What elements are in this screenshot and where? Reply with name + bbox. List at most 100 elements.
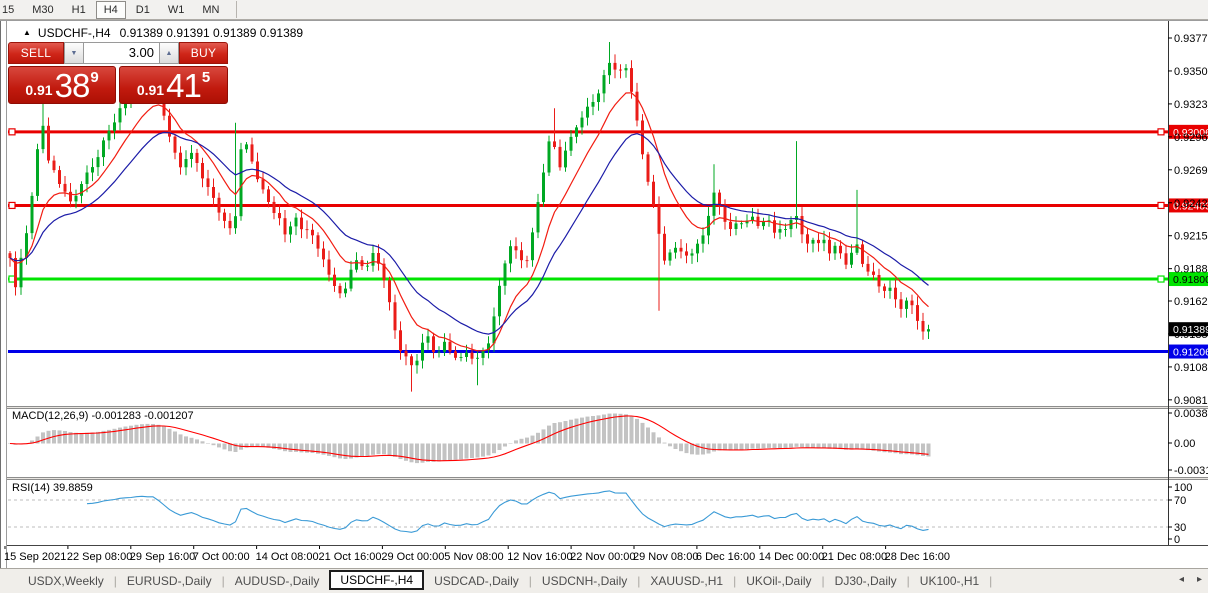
macd-histogram-bar <box>475 443 480 458</box>
tabs-scroll-left-icon[interactable]: ◂ <box>1179 574 1184 585</box>
chart-tab-usdcnh-daily[interactable]: USDCNH-,Daily <box>532 572 637 590</box>
time-axis-label: 28 Dec 16:00 <box>885 551 950 563</box>
macd-histogram-bar <box>277 443 282 450</box>
macd-histogram-bar <box>162 426 166 444</box>
price-level-line[interactable]: 0.92403 <box>8 198 1208 213</box>
chart-tab-uk100-h1[interactable]: UK100-,H1 <box>910 572 989 590</box>
price-axis-tick-label: 0.92695 <box>1174 165 1208 177</box>
macd-indicator: MACD(12,26,9) -0.001283 -0.001207 <box>8 410 931 464</box>
macd-histogram-bar <box>453 443 458 460</box>
timeframe-button-15[interactable]: 15 <box>0 1 22 19</box>
chart-tab-xauusd-h1[interactable]: XAUUSD-,H1 <box>640 572 733 590</box>
macd-histogram-bar <box>404 443 408 461</box>
level-line-handle[interactable] <box>8 128 16 136</box>
tabs-scroll-right-icon[interactable]: ▸ <box>1197 574 1202 585</box>
buy-price-display[interactable]: 0.91 41 5 <box>119 66 228 104</box>
macd-histogram-bar <box>789 443 793 448</box>
macd-histogram-bar <box>437 443 441 462</box>
sell-button[interactable]: SELL <box>8 42 64 64</box>
macd-histogram-bar <box>354 443 359 458</box>
macd-histogram-bar <box>426 443 430 462</box>
time-axis-label: 6 Dec 16:00 <box>696 551 755 563</box>
macd-histogram-bar <box>618 413 623 444</box>
timeframe-button-h1[interactable]: H1 <box>64 1 94 19</box>
buy-price-base: 0.91 <box>136 82 165 98</box>
time-axis-label: 5 Nov 08:00 <box>444 551 503 563</box>
collapse-triangle-icon[interactable]: ▲ <box>23 28 31 37</box>
macd-histogram-bar <box>178 434 183 444</box>
macd-histogram-bar <box>200 441 205 444</box>
buy-button[interactable]: BUY <box>179 42 228 64</box>
level-line-handle[interactable] <box>1157 201 1165 210</box>
sell-price-big: 38 <box>54 66 91 104</box>
macd-histogram-bar <box>591 416 595 444</box>
macd-histogram-bar <box>547 425 551 444</box>
level-line-handle[interactable] <box>8 201 16 210</box>
volume-increase-button[interactable]: ▲ <box>159 42 179 64</box>
volume-decrease-button[interactable]: ▼ <box>64 42 84 64</box>
price-axis-tick-label: 0.92155 <box>1174 231 1208 243</box>
macd-histogram-bar <box>662 442 667 444</box>
chart-tab-usdcad-daily[interactable]: USDCAD-,Daily <box>424 572 529 590</box>
macd-histogram-bar <box>684 443 689 454</box>
time-axis-label: 29 Nov 08:00 <box>633 551 698 563</box>
macd-axis-label: 0.00 <box>1174 438 1195 450</box>
macd-histogram-bar <box>767 443 771 448</box>
price-level-line[interactable]: 0.91206 <box>8 344 1208 359</box>
macd-histogram-bar <box>415 443 419 464</box>
time-axis-label: 22 Nov 00:00 <box>570 551 635 563</box>
chart-tab-usdx-weekly[interactable]: USDX,Weekly <box>18 572 114 590</box>
macd-histogram-bar <box>657 437 661 444</box>
time-axis-label: 14 Oct 08:00 <box>256 551 319 563</box>
chart-tab-usdchf-h4[interactable]: USDCHF-,H4 <box>329 570 425 590</box>
time-axis-label: 12 Nov 16:00 <box>507 551 572 563</box>
macd-histogram-bar <box>283 443 287 452</box>
timeframe-button-w1[interactable]: W1 <box>160 1 193 19</box>
macd-histogram-bar <box>580 417 584 444</box>
timeframe-button-mn[interactable]: MN <box>194 1 227 19</box>
level-line-handle[interactable] <box>1157 128 1165 136</box>
macd-histogram-bar <box>272 443 276 449</box>
level-line-handle[interactable] <box>1157 275 1165 283</box>
macd-histogram-bar <box>79 433 84 444</box>
macd-histogram-bar <box>800 443 804 448</box>
price-axis-tick-label: 0.91620 <box>1174 296 1208 308</box>
macd-histogram-bar <box>365 443 370 456</box>
macd-histogram-bar <box>57 430 62 444</box>
timeframe-button-h4[interactable]: H4 <box>95 0 126 19</box>
chart-tab-eurusd-daily[interactable]: EURUSD-,Daily <box>117 572 222 590</box>
macd-histogram-bar <box>393 443 397 457</box>
rsi-indicator: RSI(14) 39.8859 <box>8 482 1168 533</box>
chart-tab-ukoil-daily[interactable]: UKOil-,Daily <box>736 572 821 590</box>
macd-histogram-bar <box>613 413 617 444</box>
chart-symbol-label: USDCHF-,H4 <box>37 26 111 40</box>
time-axis-label: 21 Dec 08:00 <box>822 551 887 563</box>
chart-tab-dj30-daily[interactable]: DJ30-,Daily <box>825 572 907 590</box>
macd-histogram-bar <box>635 418 639 444</box>
timeframe-button-d1[interactable]: D1 <box>128 1 158 19</box>
macd-histogram-bar <box>195 439 199 444</box>
macd-histogram-bar <box>206 443 210 444</box>
rsi-axis-label: 100 <box>1174 482 1192 494</box>
svg-text:0.91800: 0.91800 <box>1173 274 1208 286</box>
chart-tab-audusd-daily[interactable]: AUDUSD-,Daily <box>225 572 330 590</box>
rsi-axis-label: 30 <box>1174 522 1186 534</box>
volume-input[interactable]: 3.00 <box>84 42 159 64</box>
sell-price-pip: 9 <box>90 68 99 86</box>
price-level-line[interactable]: 0.91800 <box>8 272 1208 287</box>
macd-histogram-bar <box>750 443 755 449</box>
time-axis-label: 15 Sep 2021 <box>4 551 66 563</box>
price-level-line[interactable]: 0.93006 <box>8 124 1208 139</box>
timeframe-button-m30[interactable]: M30 <box>24 1 61 19</box>
indicator-panels: MACD(12,26,9) -0.001283 -0.001207 RSI(14)… <box>8 410 1168 533</box>
macd-histogram-bar <box>184 436 188 444</box>
chart-ohlc-values: 0.91389 0.91391 0.91389 0.91389 <box>119 26 304 40</box>
macd-histogram-bar <box>189 437 194 444</box>
horizontal-level-lines[interactable]: 0.93006 0.92403 0.91800 0.91206 <box>8 124 1208 359</box>
timeframe-toolbar: 15 M30 H1 H4 D1 W1 MN <box>0 0 1208 20</box>
macd-histogram-bar <box>409 443 414 463</box>
time-axis-label: 21 Oct 16:00 <box>319 551 382 563</box>
price-axis-tick-label: 0.93235 <box>1174 99 1208 111</box>
sell-price-display[interactable]: 0.91 38 9 <box>8 66 116 104</box>
macd-histogram-bar <box>327 443 331 456</box>
